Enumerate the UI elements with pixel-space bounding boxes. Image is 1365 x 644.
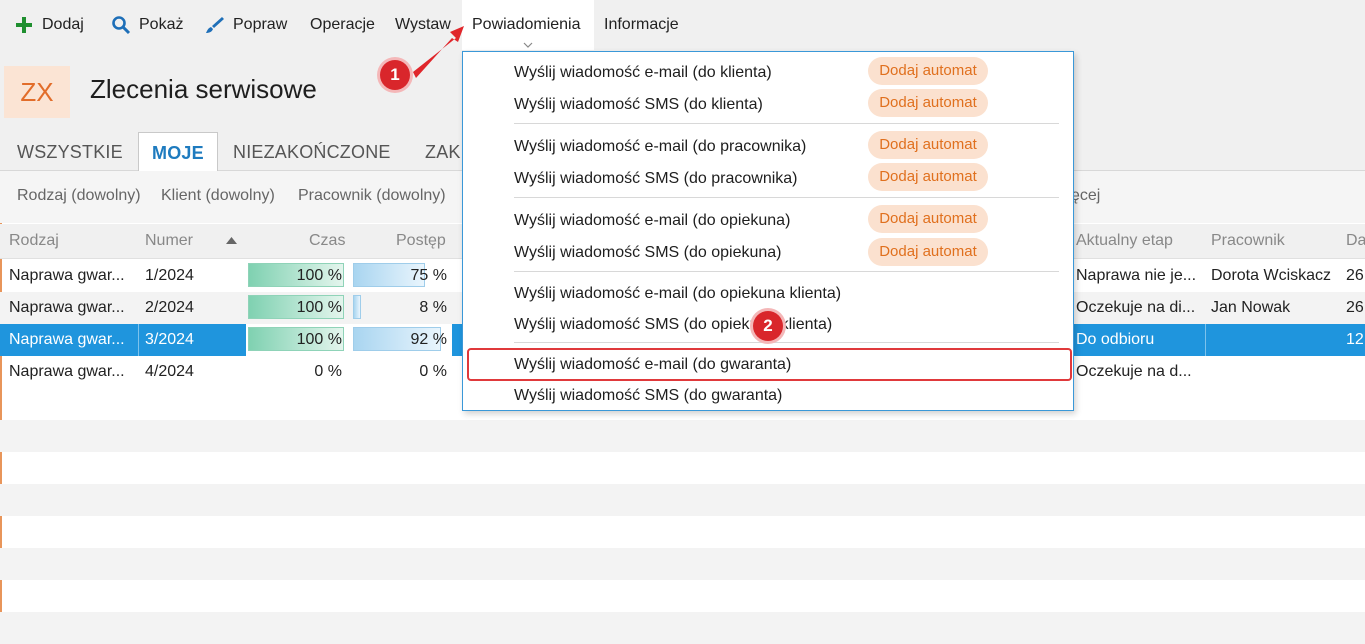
callout-arrow: [413, 26, 464, 78]
arrow-shape: [413, 26, 464, 78]
callout-badge-2: 2: [753, 311, 783, 341]
callout-badge-1: 1: [380, 60, 410, 90]
